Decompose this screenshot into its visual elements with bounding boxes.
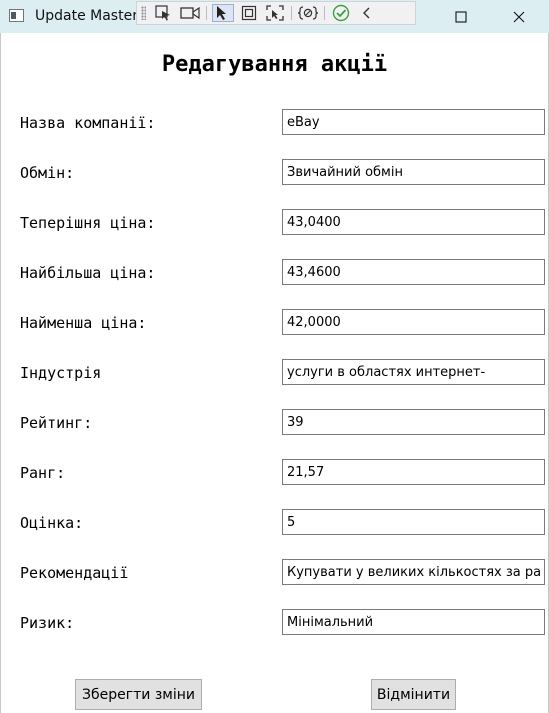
- field-input[interactable]: [282, 459, 545, 485]
- field-input[interactable]: [282, 109, 545, 135]
- field-input[interactable]: [282, 209, 545, 235]
- cancel-button[interactable]: Відмінити: [371, 679, 456, 710]
- pointer-select-icon[interactable]: [212, 4, 234, 22]
- field-label: Обмін:: [20, 164, 75, 182]
- close-button[interactable]: [496, 0, 542, 33]
- binding-failures-icon[interactable]: [297, 4, 319, 22]
- field-input[interactable]: [282, 609, 545, 635]
- accessibility-check-icon[interactable]: [330, 4, 352, 22]
- save-button[interactable]: Зберегти зміни: [75, 679, 202, 710]
- field-label: Найбільша ціна:: [20, 264, 156, 282]
- field-input[interactable]: [282, 309, 545, 335]
- field-input[interactable]: [282, 509, 545, 535]
- field-label: Ризик:: [20, 614, 75, 632]
- display-layout-adorners-icon[interactable]: [238, 4, 260, 22]
- toolbar-grip-icon[interactable]: [141, 6, 146, 20]
- maximize-button[interactable]: [438, 0, 484, 33]
- field-label: Рейтинг:: [20, 414, 93, 432]
- toolbar-separator: [324, 6, 325, 20]
- field-label: Теперішня ціна:: [20, 214, 156, 232]
- app-window-icon: [9, 9, 24, 22]
- field-input[interactable]: [282, 259, 545, 285]
- field-label: Рекомендації: [20, 564, 129, 582]
- field-label: Найменша ціна:: [20, 314, 147, 332]
- collapse-toolbar-icon[interactable]: [356, 4, 378, 22]
- close-icon: [513, 11, 525, 22]
- window-title: Update Master: [35, 8, 138, 24]
- toolbar-separator: [206, 6, 207, 20]
- field-label: Індустрія: [20, 364, 102, 382]
- debug-toolbar: [136, 1, 416, 25]
- live-preview-icon[interactable]: [179, 4, 201, 22]
- field-input[interactable]: [282, 159, 545, 185]
- maximize-icon: [455, 10, 467, 23]
- select-element-icon[interactable]: [153, 4, 175, 22]
- field-label: Назва компанії:: [20, 114, 156, 132]
- track-focus-icon[interactable]: [264, 4, 286, 22]
- field-input[interactable]: [282, 359, 545, 385]
- toolbar-separator: [291, 6, 292, 20]
- field-input[interactable]: [282, 559, 545, 585]
- field-label: Оцінка:: [20, 514, 84, 532]
- field-input[interactable]: [282, 409, 545, 435]
- field-label: Ранг:: [20, 464, 66, 482]
- form-title: Редагування акції: [161, 52, 388, 77]
- title-bar[interactable]: Update Master: [0, 0, 549, 33]
